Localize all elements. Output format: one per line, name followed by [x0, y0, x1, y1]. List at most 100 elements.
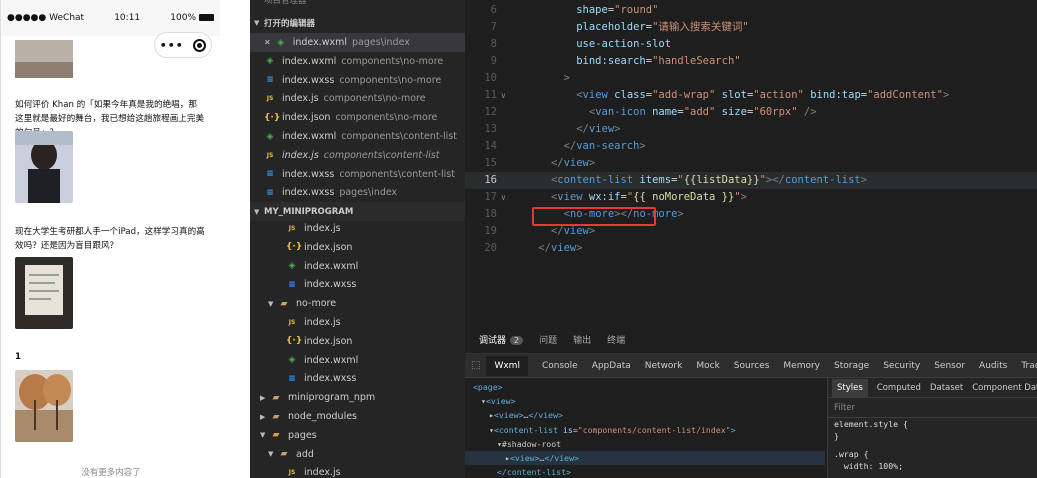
code-line[interactable]: 13 </view> — [465, 121, 1037, 138]
debugger-tab[interactable]: 调试器 2 — [479, 333, 524, 346]
more-dots-icon[interactable]: ••• — [160, 39, 184, 52]
file-name: node_modules — [288, 411, 358, 422]
code-line[interactable]: 15 </view> — [465, 155, 1037, 172]
open-editor-item[interactable]: ≡ index.wxss components\no-more — [250, 71, 465, 90]
line-number: 11 — [484, 89, 497, 101]
folder-item[interactable]: ▼ ▰ no-more — [250, 294, 465, 313]
post-thumbnail-2[interactable] — [15, 257, 73, 329]
tree-file-item[interactable]: JS index.js — [250, 463, 465, 478]
code-line[interactable]: 20 </view> — [465, 240, 1037, 257]
open-editor-item[interactable]: ◈ index.wxml components\content-list — [250, 127, 465, 146]
panel-tab[interactable]: Trace — [1021, 361, 1037, 371]
wxml-node[interactable]: ▾#shadow-root — [465, 437, 825, 451]
chevron-right-icon: ▶ — [260, 412, 266, 421]
panel-tab[interactable]: AppData — [592, 361, 631, 371]
tree-file-item[interactable]: ≡ index.wxss — [250, 275, 465, 294]
fold-chevron-icon[interactable]: ∨ — [501, 189, 506, 206]
open-editor-item[interactable]: ✕ ◈ index.wxml pages\index — [250, 33, 465, 52]
panel-tab[interactable]: Audits — [979, 361, 1007, 371]
tree-file-item[interactable]: ◈ index.wxml — [250, 351, 465, 370]
close-icon[interactable]: ✕ — [264, 38, 271, 47]
chevron-down-icon: ▼ — [268, 450, 274, 459]
file-name: index.js — [282, 149, 319, 161]
panel-tab[interactable]: Mock — [696, 361, 719, 371]
open-editor-item[interactable]: JS index.js components\content-list — [250, 146, 465, 165]
panel-tab[interactable]: Security — [883, 361, 920, 371]
debugger-tab[interactable]: 问题 — [539, 333, 557, 346]
tree-file-item[interactable]: {·} index.json — [250, 238, 465, 257]
battery-icon — [199, 14, 214, 21]
styles-pane: Styles Computed Dataset Component Data Filt… — [827, 378, 1037, 478]
styles-tab[interactable]: Component Data — [972, 383, 1037, 393]
code-editor[interactable]: 6 shape="round" 7 placeholder="请输入搜索关键词" 8… — [465, 0, 1037, 326]
tree-file-item[interactable]: {·} index.json — [250, 332, 465, 351]
code-text: </view> — [538, 242, 583, 254]
wxml-node[interactable]: ▸<view>…</view> — [465, 408, 825, 422]
post-title-3[interactable]: 1 — [15, 350, 205, 364]
code-line[interactable]: 8 use-action-slot — [465, 36, 1037, 53]
open-editor-item[interactable]: ◈ index.wxml components\no-more — [250, 52, 465, 71]
wxml-node[interactable]: <page> — [465, 380, 825, 394]
debugger-tabs: 调试器 2 问题 输出 终端 — [465, 326, 1037, 354]
code-line[interactable]: 14 </van-search> — [465, 138, 1037, 155]
folder-item[interactable]: ▼ ▰ add — [250, 445, 465, 464]
chevron-down-icon: ▼ — [254, 18, 260, 27]
post-title-2[interactable]: 现在大学生考研都人手一个iPad，这样学习真的高效吗？还是因为盲目跟风？ — [15, 225, 205, 253]
code-line[interactable]: 17 ∨ <view wx:if="{{ noMoreData }}"> — [465, 189, 1037, 206]
file-name: index.js — [304, 467, 341, 478]
file-path: pages\index — [352, 37, 410, 48]
open-editors-section[interactable]: ▼ 打开的编辑器 — [250, 13, 465, 32]
folder-item[interactable]: ▶ ▰ node_modules — [250, 407, 465, 426]
post-thumbnail-3[interactable] — [15, 370, 73, 442]
code-line[interactable]: 7 placeholder="请输入搜索关键词" — [465, 19, 1037, 36]
debugger-tab[interactable]: 终端 — [607, 333, 625, 346]
code-line[interactable]: 11 ∨ <view class="add-wrap" slot="action"… — [465, 87, 1037, 104]
code-line[interactable]: 9 bind:search="handleSearch" — [465, 53, 1037, 70]
wxml-node[interactable]: ▸<view>…</view> — [465, 451, 825, 465]
panel-tab[interactable]: Wxml — [486, 355, 528, 376]
wxml-node[interactable]: ▾<content-list is="components/content-li… — [465, 423, 825, 437]
file-name: index.wxss — [304, 279, 357, 291]
code-line[interactable]: 10 > — [465, 70, 1037, 87]
wxml-node[interactable]: ▾<view> — [465, 394, 825, 408]
open-editor-item[interactable]: ≡ index.wxss components\content-list — [250, 165, 465, 184]
open-editor-item[interactable]: ≡ index.wxss pages\index — [250, 183, 465, 202]
tab-label: 终端 — [607, 336, 626, 346]
panel-tab[interactable]: Network — [645, 361, 683, 371]
styles-tab[interactable]: Styles — [832, 378, 868, 397]
tree-file-item[interactable]: ≡ index.wxss — [250, 369, 465, 388]
code-line[interactable]: 16 <content-list items="{{listData}}"></… — [465, 172, 1037, 189]
panel-tab[interactable]: Memory — [783, 361, 820, 371]
open-editor-item[interactable]: {·} index.json components\no-more — [250, 108, 465, 127]
tree-file-item[interactable]: JS index.js — [250, 219, 465, 238]
tree-file-item[interactable]: ◈ index.wxml — [250, 257, 465, 276]
wxml-tree: <page> ▾<view> ▸<view>…</view> ▾<content-li… — [465, 378, 825, 478]
inspect-element-icon[interactable]: ⬚ — [471, 360, 480, 371]
code-line[interactable]: 6 shape="round" — [465, 2, 1037, 19]
styles-tab[interactable]: Dataset — [930, 383, 963, 393]
status-bar: ●●●●● WeChat 10:11 100% — [1, 0, 220, 36]
styles-filter-input[interactable]: Filter — [828, 398, 1037, 418]
tree-file-item[interactable]: JS index.js — [250, 313, 465, 332]
panel-tab[interactable]: Storage — [834, 361, 869, 371]
panel-tab[interactable]: Sources — [734, 361, 770, 371]
folder-item[interactable]: ▼ ▰ pages — [250, 426, 465, 445]
folder-item[interactable]: ▶ ▰ miniprogram_npm — [250, 388, 465, 407]
file-name: index.js — [282, 93, 319, 105]
simulator-phone: ●●●●● WeChat 10:11 100% ••• 如何评价 Khan 的「… — [0, 0, 220, 478]
code-text: shape="round" — [576, 4, 659, 16]
style-rule-line: element.style { — [834, 419, 908, 429]
code-line[interactable]: 12 <van-icon name="add" size="60rpx" /> — [465, 104, 1037, 121]
line-number: 15 — [484, 157, 497, 169]
styles-tab[interactable]: Computed — [877, 383, 921, 393]
post-thumbnail-top[interactable] — [15, 40, 73, 78]
panel-tab[interactable]: Console — [542, 361, 578, 371]
miniprogram-capsule[interactable]: ••• — [154, 32, 212, 58]
debugger-tab[interactable]: 输出 — [573, 333, 591, 346]
panel-tab[interactable]: Sensor — [934, 361, 965, 371]
post-thumbnail-1[interactable] — [15, 131, 73, 203]
open-editor-item[interactable]: JS index.js components\no-more — [250, 89, 465, 108]
close-target-icon[interactable] — [193, 38, 207, 52]
wxml-node[interactable]: </content-list> — [465, 465, 825, 478]
fold-chevron-icon[interactable]: ∨ — [501, 87, 506, 104]
